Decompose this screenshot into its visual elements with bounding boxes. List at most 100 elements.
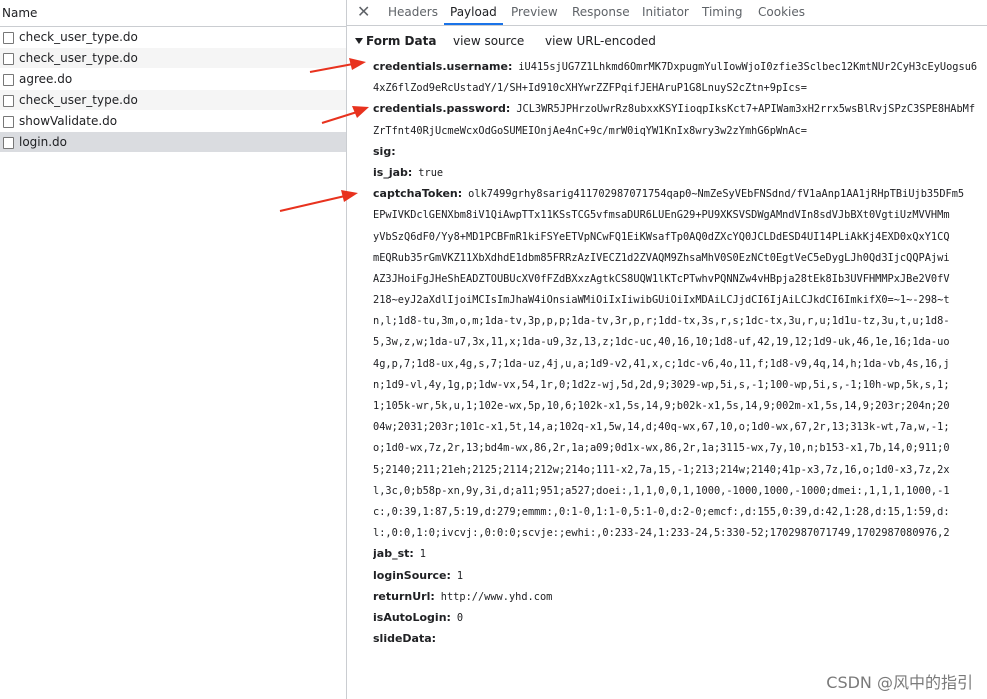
field-value: 1 — [419, 548, 426, 561]
request-list: check_user_type.do check_user_type.do ag… — [0, 27, 346, 153]
request-row[interactable]: check_user_type.do — [0, 27, 346, 48]
field-value-wrap: AZ3JHoiFgJHeShEADZTOUBUcXV0fFZdBXxzAgtkC… — [373, 272, 950, 285]
tab-initiator[interactable]: Initiator — [642, 0, 689, 24]
details-tabbar: ✕ Headers Payload Preview Response Initi… — [347, 0, 987, 26]
request-name: agree.do — [19, 72, 73, 86]
request-row[interactable]: check_user_type.do — [0, 90, 346, 111]
form-field-continuation: 04w;2031;203r;101c-x1,5t,14,a;102q-x1,5w… — [373, 416, 987, 437]
form-data-section-header[interactable]: Form Data — [355, 34, 436, 48]
form-field-row: is_jab: true — [373, 162, 987, 183]
form-field-row: credentials.username: iU415sjUG7Z1Lhkmd6O… — [373, 56, 987, 77]
tab-timing[interactable]: Timing — [702, 0, 743, 24]
field-value-wrap: 5;2140;211;21eh;2125;2114;212w;214o;111-… — [373, 463, 950, 476]
tab-response[interactable]: Response — [572, 0, 630, 24]
form-field-continuation: AZ3JHoiFgJHeShEADZTOUBUcXV0fFZdBXxzAgtkC… — [373, 268, 987, 289]
field-value: http://www.yhd.com — [440, 590, 553, 603]
field-value-wrap: mEQRub35rGmVKZ11XbXdhdE1dbm85FRRzAzIVECZ… — [373, 251, 950, 264]
watermark: CSDN @风中的指引 — [826, 673, 973, 692]
field-value: true — [418, 166, 444, 179]
field-value-wrap: yVbSzQ6dF0/Yy8+MD1PCBFmR1kiFSYeETVpNCwFQ… — [373, 230, 950, 243]
view-url-encoded-link[interactable]: view URL-encoded — [545, 34, 656, 48]
form-field-row: sig: — [373, 141, 987, 162]
field-value-wrap: 04w;2031;203r;101c-x1,5t,14,a;102q-x1,5w… — [373, 421, 950, 434]
form-field-row: isAutoLogin: 0 — [373, 607, 987, 628]
form-field-continuation: 218~eyJ2aXdlIjoiMCIsImJhaW4iOnsiaWMiOiIx… — [373, 289, 987, 310]
field-value-wrap: 4g,p,7;1d8-ux,4g,s,7;1da-uz,4j,u,a;1d9-v… — [373, 357, 950, 370]
payload-content: Form Data view source view URL-encoded c… — [347, 26, 987, 699]
form-field-continuation: c:,0:39,1:87,5:19,d:279;emmm:,0:1-0,1:1-… — [373, 501, 987, 522]
request-name: check_user_type.do — [19, 93, 138, 107]
form-field-continuation: n,l;1d8-tu,3m,o,m;1da-tv,3p,p,p;1da-tv,3… — [373, 310, 987, 331]
field-value-wrap: 1;105k-wr,5k,u,1;102e-wx,5p,10,6;102k-x1… — [373, 400, 950, 412]
tab-payload[interactable]: Payload — [444, 0, 503, 25]
field-value-wrap: 5,3w,z,w;1da-u7,3x,11,x;1da-u9,3z,13,z;1… — [373, 336, 950, 349]
field-value: olk7499grhy8sarig411702987071754qap0~NmZ… — [468, 188, 965, 201]
request-name: check_user_type.do — [19, 30, 138, 44]
form-field-continuation: o;1d0-wx,7z,2r,13;bd4m-wx,86,2r,1a;a09;0… — [373, 437, 987, 458]
form-data-title: Form Data — [366, 34, 437, 48]
field-value-wrap: l:,0:0,1:0;ivcvj:,0:0:0;scvje:;ewhi:,0:2… — [373, 527, 950, 540]
field-key: credentials.password: — [373, 102, 511, 116]
document-icon — [3, 137, 14, 149]
form-field-continuation: 5,3w,z,w;1da-u7,3x,11,x;1da-u9,3z,13,z;1… — [373, 331, 987, 352]
request-list-panel: Name check_user_type.do check_user_type.… — [0, 0, 347, 699]
expand-triangle-icon[interactable] — [355, 38, 363, 44]
close-icon[interactable]: ✕ — [357, 2, 370, 22]
field-key: sig: — [373, 144, 396, 158]
field-value-wrap: 218~eyJ2aXdlIjoiMCIsImJhaW4iOnsiaWMiOiIx… — [373, 294, 950, 307]
field-value: 1 — [456, 569, 464, 582]
field-key: is_jab: — [373, 165, 413, 179]
form-field-continuation: yVbSzQ6dF0/Yy8+MD1PCBFmR1kiFSYeETVpNCwFQ… — [373, 226, 987, 247]
document-icon — [3, 32, 14, 44]
document-icon — [3, 116, 14, 128]
request-row[interactable]: check_user_type.do — [0, 48, 346, 69]
field-value: 0 — [456, 611, 464, 624]
form-field-continuation: EPwIVKDclGENXbm8iV1QiAwpTTx11KSsTCG5vfms… — [373, 204, 987, 225]
tab-headers[interactable]: Headers — [388, 0, 438, 24]
request-name: login.do — [19, 135, 68, 149]
form-field-continuation: mEQRub35rGmVKZ11XbXdhdE1dbm85FRRzAzIVECZ… — [373, 247, 987, 268]
form-data-rows: credentials.username: iU415sjUG7Z1Lhkmd6O… — [373, 56, 987, 649]
field-value-wrap: ZrTfnt40RjUcmeWcxOdGoSUMEIOnjAe4nC+9c/mr… — [373, 124, 807, 137]
field-value-wrap: EPwIVKDclGENXbm8iV1QiAwpTTx11KSsTCG5vfms… — [373, 209, 950, 222]
form-field-continuation: l:,0:0,1:0;ivcvj:,0:0:0;scvje:;ewhi:,0:2… — [373, 522, 987, 543]
form-field-row: credentials.password: JCL3WR5JPHrzoUwrRz8… — [373, 98, 987, 119]
name-column-header[interactable]: Name — [0, 0, 346, 27]
form-field-continuation: 4g,p,7;1d8-ux,4g,s,7;1da-uz,4j,u,a;1d9-v… — [373, 353, 987, 374]
form-field-row: loginSource: 1 — [373, 565, 987, 586]
view-source-link[interactable]: view source — [453, 34, 524, 48]
tab-preview[interactable]: Preview — [511, 0, 558, 24]
request-row-selected[interactable]: login.do — [0, 132, 346, 153]
field-value-wrap: l,3c,0;b58p-xn,9y,3i,d;a11;951;a527;doei… — [373, 484, 950, 497]
document-icon — [3, 74, 14, 86]
form-field-row: captchaToken: olk7499grhy8sarig4117029870… — [373, 183, 987, 204]
form-field-row: jab_st: 1 — [373, 543, 987, 564]
form-field-continuation: 1;105k-wr,5k,u,1;102e-wx,5p,10,6;102k-x1… — [373, 395, 987, 416]
form-field-continuation: 4xZ6flZod9eRcUstadY/1/SH+Id910cXHYwrZZFP… — [373, 77, 987, 98]
form-field-row: slideData: — [373, 628, 987, 649]
field-key: jab_st: — [373, 547, 414, 561]
field-key: credentials.username: — [373, 60, 513, 73]
request-details-panel: ✕ Headers Payload Preview Response Initi… — [347, 0, 987, 699]
field-key: loginSource: — [373, 568, 451, 582]
field-key: isAutoLogin: — [373, 610, 451, 624]
form-field-continuation: ZrTfnt40RjUcmeWcxOdGoSUMEIOnjAe4nC+9c/mr… — [373, 120, 987, 141]
tab-cookies[interactable]: Cookies — [758, 0, 805, 24]
request-row[interactable]: showValidate.do — [0, 111, 346, 132]
field-value-wrap: n,l;1d8-tu,3m,o,m;1da-tv,3p,p,p;1da-tv,3… — [373, 315, 950, 328]
form-field-continuation: 5;2140;211;21eh;2125;2114;212w;214o;111-… — [373, 459, 987, 480]
request-name: check_user_type.do — [19, 51, 138, 65]
field-key: slideData: — [373, 632, 437, 646]
form-field-continuation: l,3c,0;b58p-xn,9y,3i,d;a11;951;a527;doei… — [373, 480, 987, 501]
field-value-wrap: n;1d9-vl,4y,1g,p;1dw-vx,54,1r,0;1d2z-wj,… — [373, 378, 950, 391]
form-field-row: returnUrl: http://www.yhd.com — [373, 586, 987, 607]
field-value-wrap: o;1d0-wx,7z,2r,13;bd4m-wx,86,2r,1a;a09;0… — [373, 442, 950, 455]
field-value-wrap: c:,0:39,1:87,5:19,d:279;emmm:,0:1-0,1:1-… — [373, 505, 950, 518]
field-value-wrap: 4xZ6flZod9eRcUstadY/1/SH+Id910cXHYwrZZFP… — [373, 82, 807, 95]
document-icon — [3, 95, 14, 107]
request-row[interactable]: agree.do — [0, 69, 346, 90]
field-value: iU415sjUG7Z1Lhkmd6OmrMK7DxpugmYulIowWjoI… — [518, 61, 978, 73]
field-key: captchaToken: — [373, 187, 463, 201]
request-name: showValidate.do — [19, 114, 118, 128]
field-value: JCL3WR5JPHrzoUwrRz8ubxxKSYIioqpIksKct7+A… — [516, 103, 976, 116]
